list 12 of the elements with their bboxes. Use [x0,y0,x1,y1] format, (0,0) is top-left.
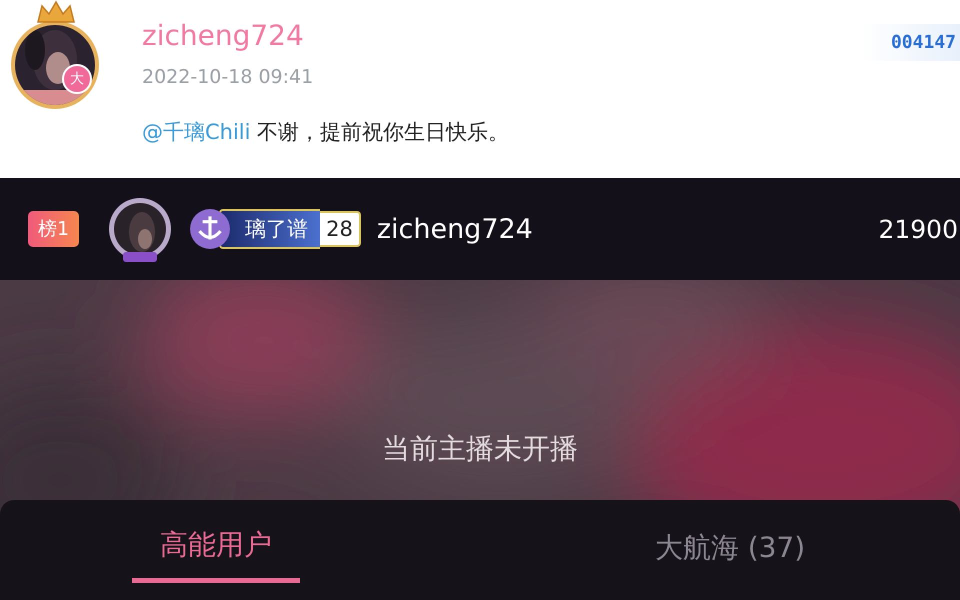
comment-text: 不谢，提前祝你生日快乐。 [257,120,510,144]
medal-level: 28 [320,211,361,247]
score: 21900 [878,214,959,244]
stream-status: 当前主播未开播 [381,431,579,467]
crown-icon [36,0,76,24]
username[interactable]: zicheng724 [142,18,304,54]
tab[interactable]: 大航海 (37) [500,500,960,583]
username[interactable]: zicheng724 [376,214,533,244]
mention-link[interactable]: @千璃Chili [142,120,250,144]
rank-badge: 榜1 [28,211,80,247]
comment-time: 2022-10-18 09:41 [142,66,314,88]
tab[interactable]: 高能用户 [132,500,300,583]
